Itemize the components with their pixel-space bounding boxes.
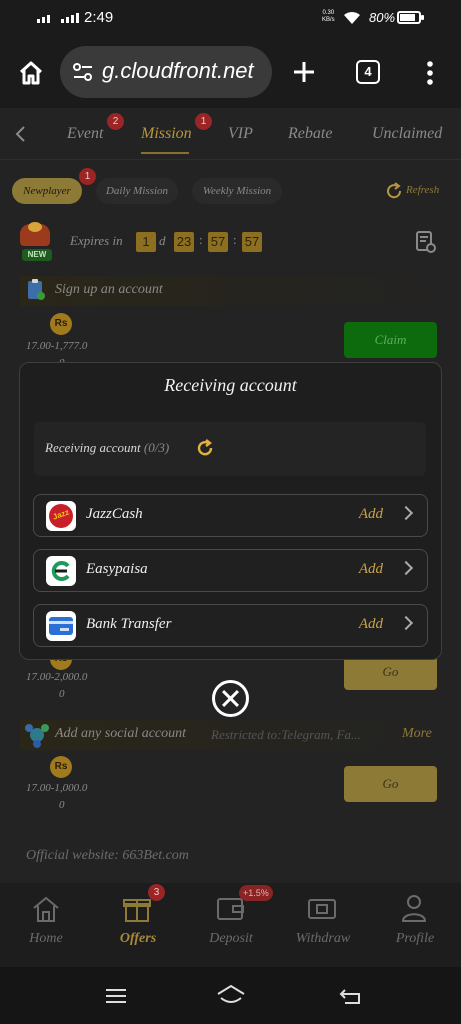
network-speed-unit: KB/s [322,17,335,23]
deposit-bonus-badge: +1.5% [239,885,273,901]
task-social-title: Add any social account [55,726,187,741]
expires-hours: 23 [174,232,194,252]
signal-bars-icon [37,11,51,23]
receiving-account-label-text: Receiving account [45,440,141,455]
expires-sep-2: : [233,232,237,247]
nav-offers[interactable]: Offers [106,931,170,947]
tab-mission[interactable]: Mission [141,125,192,143]
more-menu-icon[interactable] [426,60,434,86]
close-modal-icon[interactable] [212,680,249,717]
url-clip: g.cloudfront.net [100,46,270,98]
home-icon[interactable] [18,61,44,85]
receiving-account-count: (0/3) [143,440,170,455]
chevron-right-icon [398,505,414,521]
chevron-right-icon [398,560,414,576]
task-social-restricted: Restricted to:Telegram, Fa... [211,727,361,742]
official-website: Official website: 663Bet.com [26,848,189,863]
expires-minutes: 57 [208,232,228,252]
task-signup-title: Sign up an account [55,282,163,297]
chip-newplayer-badge: 1 [79,168,96,185]
network-speed-value: 0.30 [322,10,335,16]
rules-document-icon[interactable] [415,230,437,254]
tab-event[interactable]: Event [67,125,103,143]
withdraw-nav-icon[interactable] [306,895,338,923]
task2-range-line1: 17.00-2,000.0 [26,671,88,683]
system-back-icon[interactable] [339,986,363,1006]
profile-nav-icon[interactable] [400,893,428,923]
nav-withdraw[interactable]: Withdraw [290,931,356,947]
nav-profile[interactable]: Profile [386,931,444,947]
clock-time: 2:49 [84,9,114,26]
go-button-social[interactable]: Go [344,766,437,802]
expires-sep-1: : [199,232,203,247]
task2-range-line2: 0 [59,688,65,700]
expires-d: d [159,233,166,248]
status-bar: 2:49 0.30 KB/s 80% [0,0,461,36]
nav-deposit[interactable]: Deposit [198,931,264,947]
option-label: JazzCash [86,506,143,522]
tab-unclaimed[interactable]: Unclaimed [372,125,442,143]
add-link[interactable]: Add [359,506,383,523]
refresh-icon[interactable] [385,182,403,200]
clipboard-icon [28,279,45,300]
site-settings-icon[interactable] [72,62,94,82]
new-tab-icon[interactable] [293,61,315,83]
task-signup-range-line1: 17.00-1,777.0 [26,340,88,352]
bank-card-icon [46,611,76,641]
tab-vip[interactable]: VIP [228,125,253,143]
gift-mascot-icon: NEW [16,222,56,262]
refresh-label[interactable]: Refresh [406,184,439,196]
expires-days: 1 [136,232,156,252]
task-social-range-line1: 17.00-1,000.0 [26,782,88,794]
tab-rebate[interactable]: Rebate [288,125,332,143]
url-text: g.cloudfront.net [102,58,254,83]
nav-home[interactable]: Home [16,931,76,947]
expires-seconds: 57 [242,232,262,252]
tab-mission-badge: 1 [195,113,212,130]
option-label: Bank Transfer [86,616,172,632]
expires-label: Expires in [70,233,123,248]
tab-switcher-button[interactable]: 4 [356,60,380,84]
easypaisa-logo-icon [46,556,76,586]
receiving-account-label: Receiving account (0/3) [45,440,169,456]
add-link[interactable]: Add [359,561,383,578]
task-social-range-line2: 0 [59,799,65,811]
system-home-icon[interactable] [215,984,247,1006]
active-tab-indicator [141,152,189,154]
battery-icon [397,11,424,24]
task2-range: 17.00-2,000.0 0 [26,669,87,703]
option-label: Easypaisa [86,561,148,577]
network-speed: 0.30 KB/s [322,10,335,24]
tab-event-badge: 2 [107,113,124,130]
back-chevron-icon[interactable] [14,125,26,143]
task-social-range: 17.00-1,000.0 0 [26,780,87,814]
option-jazzcash[interactable]: Jazz JazzCash Add [33,494,428,537]
wifi-icon [344,11,360,24]
modal-title: Receiving account [164,375,297,395]
option-easypaisa[interactable]: Easypaisa Add [33,549,428,592]
rupee-coin-icon: Rs [50,313,72,335]
chip-newplayer[interactable]: Newplayer [12,178,82,204]
home-nav-icon[interactable] [31,895,61,923]
social-network-icon [25,724,49,748]
recent-apps-icon[interactable] [104,987,128,1005]
refresh-icon[interactable] [195,438,215,458]
chip-daily-mission[interactable]: Daily Mission [96,178,178,204]
add-link[interactable]: Add [359,616,383,633]
gift-nav-icon[interactable] [122,893,152,923]
chip-weekly-mission[interactable]: Weekly Mission [192,178,282,204]
offers-badge: 3 [148,884,165,901]
signal-bars-icon [61,11,79,23]
new-tag: NEW [22,249,52,261]
more-link[interactable]: More [402,726,432,742]
rupee-coin-icon: Rs [50,756,72,778]
option-bank-transfer[interactable]: Bank Transfer Add [33,604,428,647]
chevron-right-icon [398,615,414,631]
battery-percent: 80% [369,10,396,25]
jazzcash-logo-icon: Jazz [46,501,76,531]
claim-button[interactable]: Claim [344,322,437,358]
